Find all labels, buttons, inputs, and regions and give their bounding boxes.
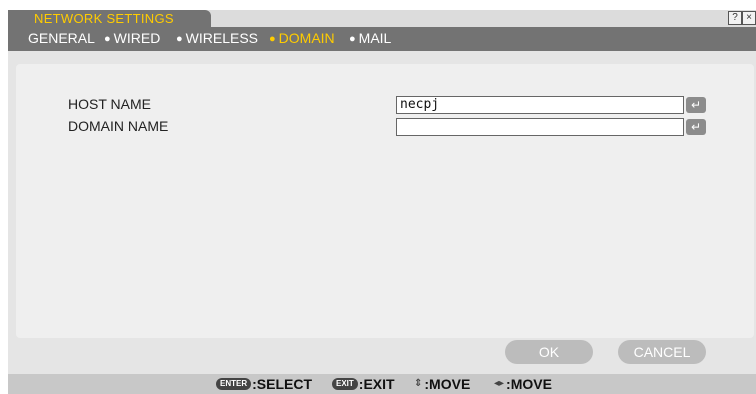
host-name-label: HOST NAME [68,96,151,112]
tab-domain[interactable]: ● DOMAIN [269,30,335,49]
hint-move-vertical-text: :MOVE [424,376,471,392]
enter-key-icon: ENTER [216,378,252,391]
hint-select-text: :SELECT [252,376,313,392]
tab-mail[interactable]: ● MAIL [349,30,391,49]
cancel-button[interactable]: CANCEL [618,340,706,364]
hint-select: ENTER:SELECT [216,375,312,393]
up-down-arrow-icon: ⇕ [414,378,423,390]
hint-exit-text: :EXIT [358,376,395,392]
tab-label: GENERAL [28,30,95,46]
bullet-icon: ● [176,33,183,45]
close-icon[interactable]: × [742,11,756,25]
tab-label: WIRELESS [185,30,259,46]
tab-label: MAIL [358,30,392,46]
tab-bar: GENERAL ● WIRED ● WIRELESS ● DOMAIN ● MAIL [8,27,756,51]
host-name-field[interactable]: necpj [396,96,684,114]
hint-move-horizontal-text: :MOVE [506,376,552,392]
exit-key-icon: EXIT [332,378,358,391]
tab-label: DOMAIN [278,30,335,46]
bullet-icon: ● [349,33,356,45]
host-name-enter-icon[interactable]: ↵ [686,97,706,113]
bullet-icon: ● [104,33,111,45]
hint-move-horizontal: ◂▸:MOVE [494,375,552,394]
hint-exit: EXIT:EXIT [332,375,395,393]
bullet-icon: ● [269,33,276,45]
key-hint-bar: ENTER:SELECT EXIT:EXIT ⇕:MOVE ◂▸:MOVE [8,374,756,394]
domain-name-label: DOMAIN NAME [68,118,169,134]
window-title: NETWORK SETTINGS [34,11,174,26]
network-settings-window: NETWORK SETTINGS ? × GENERAL ● WIRED ● WIR… [8,10,756,394]
left-right-arrow-icon: ◂▸ [494,378,505,390]
domain-name-enter-icon[interactable]: ↵ [686,119,706,135]
hint-move-vertical: ⇕:MOVE [414,375,470,394]
title-bar: NETWORK SETTINGS ? × [8,10,756,28]
ok-button[interactable]: OK [505,340,593,364]
tab-wireless[interactable]: ● WIRELESS [176,30,258,49]
title-tab: NETWORK SETTINGS [8,10,211,28]
domain-name-field[interactable] [396,118,684,136]
help-icon[interactable]: ? [728,11,742,25]
tab-general[interactable]: GENERAL [28,30,95,47]
tab-wired[interactable]: ● WIRED [104,30,160,49]
tab-label: WIRED [113,30,161,46]
